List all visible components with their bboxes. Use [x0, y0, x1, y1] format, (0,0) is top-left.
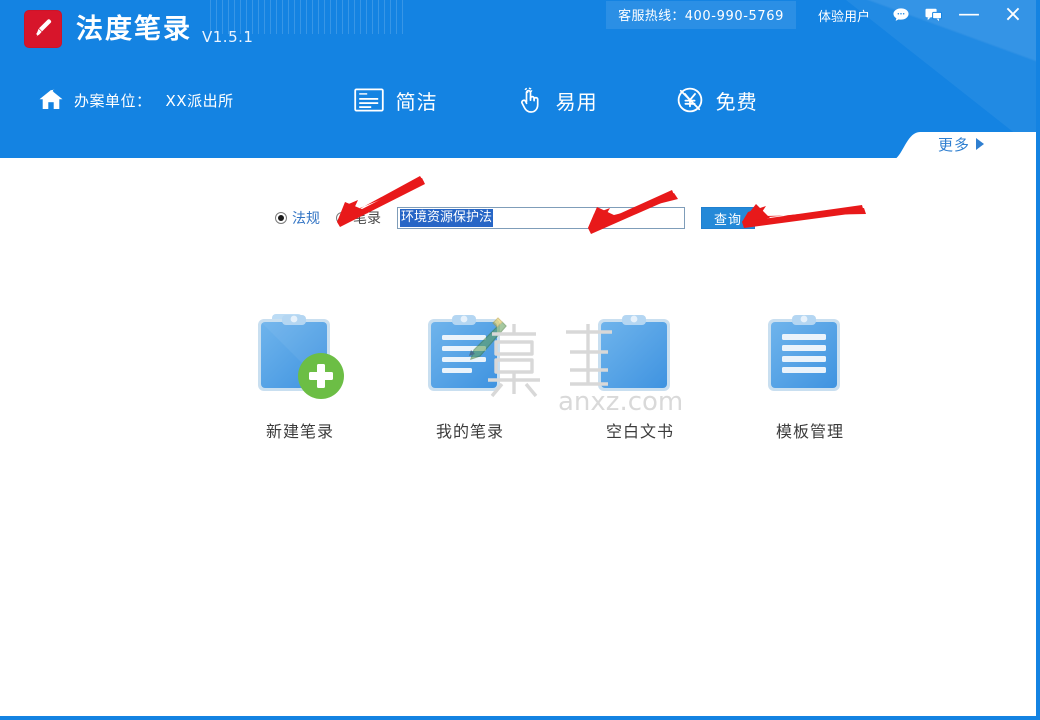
query-button[interactable]: 查询	[701, 207, 755, 229]
yen-circle-icon	[677, 87, 702, 113]
account-type-label: 体验用户	[817, 9, 870, 25]
app-version: V1.5.1	[202, 28, 254, 46]
case-unit-value: XX派出所	[165, 91, 234, 110]
radio-record-label: 笔录	[353, 211, 381, 227]
feature-easy[interactable]: 易用	[516, 86, 598, 115]
search-input-value: 环境资源保护法	[400, 209, 494, 227]
shortcut-my-records[interactable]: 我的笔录	[385, 300, 555, 442]
feature-free[interactable]: 免费	[676, 86, 758, 115]
message-icon[interactable]	[924, 7, 942, 23]
chat-bubble-glyph	[893, 8, 909, 21]
shortcut-my-records-label: 我的笔录	[435, 422, 504, 441]
clipboard-blank-glyph	[598, 315, 670, 391]
clipboard-plus-icon	[248, 300, 352, 404]
pen-nib-logo-icon	[24, 10, 62, 48]
title-bar: 法度笔录 V1.5.1 客服热线：400-990-5769 体验用户 — × 办…	[0, 0, 1036, 158]
window-frame-right	[1036, 0, 1040, 720]
clipboard-pen-icon	[418, 300, 522, 404]
shortcut-blank-document-label: 空白文书	[605, 422, 674, 441]
chat-bubble-icon[interactable]	[892, 7, 910, 23]
hotline-label: 客服热线：	[618, 9, 685, 24]
more-tab-label: 更多	[937, 135, 970, 154]
feature-free-label: 免费	[715, 89, 758, 114]
radio-law-indicator	[275, 212, 287, 224]
shortcut-template-manage-label: 模板管理	[775, 422, 844, 441]
search-toolbar: 法规 笔录 环境资源保护法 查询	[275, 207, 755, 229]
title-bar-right: 客服热线：400-990-5769 体验用户 — ×	[606, 0, 1026, 30]
shortcut-new-record-label: 新建笔录	[265, 422, 334, 441]
hand-click-icon	[520, 87, 539, 113]
header-nav-row: 办案单位： XX派出所 简洁 易用 免费	[0, 74, 1036, 126]
shortcut-new-record[interactable]: 新建笔录	[215, 300, 385, 442]
radio-option-law[interactable]: 法规	[275, 208, 320, 228]
app-logo: 法度笔录 V1.5.1	[24, 10, 253, 48]
hotline-number: 400-990-5769	[684, 9, 784, 24]
clipboard-lines-icon	[758, 300, 862, 404]
app-title: 法度笔录	[76, 13, 192, 45]
clipboard-blank-icon	[588, 300, 692, 404]
radio-record-indicator	[336, 212, 348, 224]
minimize-button[interactable]: —	[956, 4, 982, 26]
feature-simple[interactable]: 简洁	[353, 86, 438, 115]
radio-option-record[interactable]: 笔录	[336, 208, 381, 228]
more-tab[interactable]: 更多	[886, 130, 1036, 158]
message-glyph	[925, 8, 942, 22]
shortcut-template-manage[interactable]: 模板管理	[725, 300, 895, 442]
radio-law-label: 法规	[292, 211, 320, 227]
shortcut-blank-document[interactable]: 空白文书	[555, 300, 725, 442]
clipboard-lines-glyph	[768, 315, 840, 391]
play-triangle-icon	[976, 138, 984, 150]
main-content: 法规 笔录 环境资源保护法 查询 新建笔录 我的笔录 空白文书 模板管理	[3, 158, 1036, 716]
search-input[interactable]: 环境资源保护法	[397, 207, 685, 229]
close-button[interactable]: ×	[1000, 4, 1026, 26]
document-lines-icon	[353, 88, 384, 112]
shortcut-grid: 新建笔录 我的笔录 空白文书 模板管理	[3, 300, 1036, 442]
application-window: 法度笔录 V1.5.1 客服热线：400-990-5769 体验用户 — × 办…	[0, 0, 1040, 720]
clipboard-pen-glyph	[428, 315, 507, 391]
support-hotline: 客服热线：400-990-5769	[606, 1, 796, 29]
home-icon	[39, 88, 63, 109]
pen-nib-glyph	[35, 19, 52, 37]
title-bar-icons: — ×	[892, 4, 1026, 26]
feature-easy-label: 易用	[555, 89, 598, 114]
window-frame-bottom	[0, 716, 1040, 720]
case-unit-label: 办案单位：	[74, 91, 152, 110]
feature-simple-label: 简洁	[395, 89, 438, 114]
clipboard-plus-glyph	[258, 314, 344, 399]
case-unit-info[interactable]: 办案单位： XX派出所	[38, 88, 234, 112]
